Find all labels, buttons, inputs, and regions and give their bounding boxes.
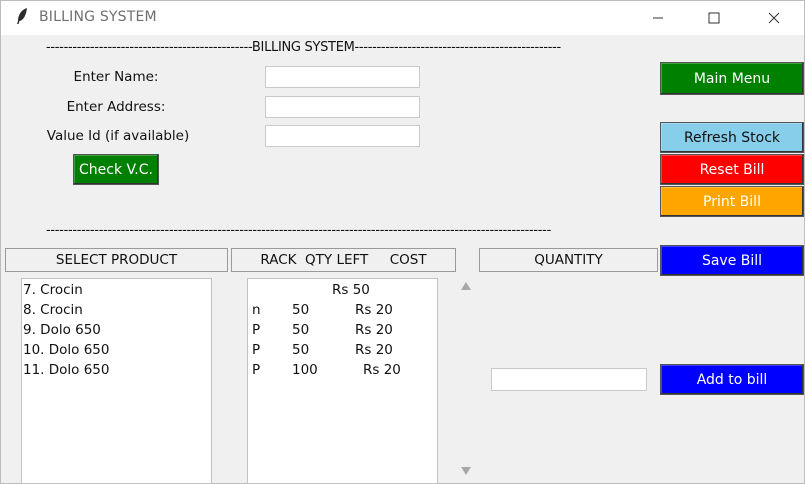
scroll-down-arrow-icon[interactable] <box>461 467 471 478</box>
list-item[interactable]: 10. Dolo 650 <box>23 340 211 360</box>
header-rule: ----------------------------------------… <box>46 40 561 55</box>
rack-cell: P <box>252 362 261 378</box>
qty-cell: 50 <box>292 322 310 338</box>
list-item[interactable]: P 100 Rs 20 <box>248 360 437 380</box>
list-item[interactable]: 11. Dolo 650 <box>23 360 211 380</box>
product-listbox[interactable]: 7. Crocin 8. Crocin 9. Dolo 650 10. Dolo… <box>21 278 212 484</box>
select-product-header: SELECT PRODUCT <box>5 248 228 272</box>
maximize-button[interactable] <box>691 1 737 35</box>
cost-cell: Rs 20 <box>355 322 393 338</box>
list-item[interactable]: n 50 Rs 20 <box>248 300 437 320</box>
list-item[interactable]: 9. Dolo 650 <box>23 320 211 340</box>
billing-window: BILLING SYSTEM -------------------------… <box>0 0 805 484</box>
cost-cell: Rs 50 <box>332 282 370 298</box>
add-to-bill-button[interactable]: Add to bill <box>660 364 804 395</box>
stock-listbox[interactable]: Rs 50 n 50 Rs 20 P 50 Rs 20 P 50 Rs 20 P… <box>247 278 438 484</box>
print-bill-button[interactable]: Print Bill <box>660 186 804 217</box>
qty-cell: 50 <box>292 302 310 318</box>
list-item[interactable]: 7. Crocin <box>23 280 211 300</box>
minimize-button[interactable] <box>635 1 681 35</box>
window-title: BILLING SYSTEM <box>39 9 157 25</box>
refresh-stock-button[interactable]: Refresh Stock <box>660 122 804 153</box>
qty-cell: 50 <box>292 342 310 358</box>
rack-cell: n <box>252 302 261 318</box>
valueid-label: Value Id (if available) <box>46 128 190 144</box>
name-label: Enter Name: <box>73 69 159 85</box>
main-menu-button[interactable]: Main Menu <box>660 62 804 95</box>
quantity-header: QUANTITY <box>479 248 658 272</box>
cost-cell: Rs 20 <box>355 342 393 358</box>
list-item[interactable]: P 50 Rs 20 <box>248 340 437 360</box>
list-item[interactable]: P 50 Rs 20 <box>248 320 437 340</box>
address-label: Enter Address: <box>66 99 166 115</box>
cost-cell: Rs 20 <box>363 362 401 378</box>
valueid-input[interactable] <box>265 125 420 147</box>
reset-bill-button[interactable]: Reset Bill <box>660 154 804 185</box>
quantity-input[interactable] <box>491 368 647 391</box>
title-bar[interactable]: BILLING SYSTEM <box>1 1 804 35</box>
save-bill-button[interactable]: Save Bill <box>660 245 804 276</box>
rack-qty-cost-header: RACK QTY LEFT COST <box>231 248 456 272</box>
list-item[interactable]: Rs 50 <box>248 280 437 300</box>
check-vc-button[interactable]: Check V.C. <box>73 154 159 185</box>
list-item[interactable]: 8. Crocin <box>23 300 211 320</box>
qty-cell: 100 <box>292 362 318 378</box>
cost-cell: Rs 20 <box>355 302 393 318</box>
close-button[interactable] <box>751 1 797 35</box>
feather-icon <box>15 7 29 30</box>
rack-cell: P <box>252 342 261 358</box>
address-input[interactable] <box>265 96 420 118</box>
rack-cell: P <box>252 322 261 338</box>
scroll-up-arrow-icon[interactable] <box>461 282 471 293</box>
section-rule: ----------------------------------------… <box>46 223 551 238</box>
name-input[interactable] <box>265 66 420 88</box>
